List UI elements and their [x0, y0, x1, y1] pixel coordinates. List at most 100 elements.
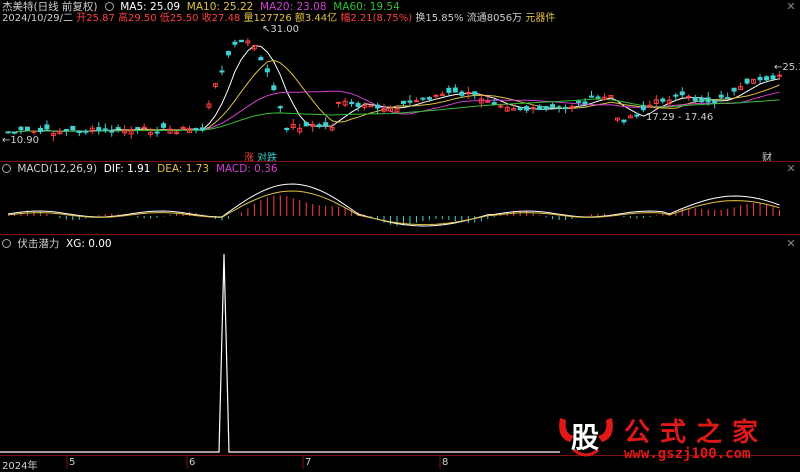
xg-signal-line	[0, 253, 560, 453]
xg-spike	[0, 253, 560, 453]
range-label: 17.29 - 17.46	[646, 112, 714, 123]
candle-body	[70, 125, 76, 131]
candle-body	[154, 131, 160, 134]
candle-body	[459, 91, 465, 96]
candle-body	[731, 87, 737, 92]
candle-body	[757, 77, 763, 81]
indicator-xg: XG: 0.00	[66, 238, 112, 250]
peak-value: 31.00	[270, 24, 300, 35]
candle-body	[413, 100, 419, 103]
candle-body	[582, 101, 588, 105]
axis-month-6: 6	[189, 457, 196, 468]
candle-body	[634, 114, 640, 117]
candle-body	[31, 130, 37, 133]
macd-close-icon[interactable]: ✕	[786, 163, 796, 174]
candle-body	[452, 87, 458, 93]
candle-body	[349, 101, 355, 105]
candle-body	[24, 126, 30, 131]
candle-body	[271, 85, 277, 91]
candle-body	[63, 128, 69, 132]
right-price-value: 25.38	[782, 62, 800, 73]
candle-body	[621, 119, 627, 123]
candle-body	[238, 39, 244, 43]
candle-body	[193, 128, 199, 131]
candle-body	[232, 41, 238, 45]
watermark-logo-char: 股	[571, 421, 600, 454]
candle-body	[161, 123, 167, 128]
candle-body	[725, 97, 731, 100]
candle-body	[76, 130, 82, 134]
axis-month-7: 7	[305, 457, 312, 468]
candle-body	[563, 107, 569, 110]
candle-body	[433, 94, 439, 97]
watermark-site-url: www.gszj100.com	[624, 446, 751, 462]
macd-title[interactable]: MACD(12,26,9)	[17, 163, 97, 175]
candle-body	[109, 130, 115, 133]
candle-body	[368, 105, 374, 108]
candle-body	[336, 101, 342, 104]
indicator-settings-circle-icon[interactable]	[2, 238, 11, 248]
axis-month-5: 5	[69, 457, 76, 468]
candle-body	[375, 104, 381, 109]
candle-body	[115, 127, 121, 130]
macd-lines	[7, 183, 780, 227]
candle-body	[640, 105, 646, 111]
macd-header: MACD(12,26,9) DIF: 1.91 DEA: 1.73 MACD: …	[2, 163, 278, 175]
candle-body	[543, 106, 549, 110]
time-axis-ticks	[66, 456, 441, 469]
candle-body	[400, 100, 406, 104]
candle-body	[537, 105, 543, 111]
candle-body	[200, 127, 205, 131]
candle-body	[323, 122, 329, 126]
candle-body	[18, 126, 24, 130]
panel-divider-main-macd[interactable]	[0, 161, 800, 162]
candle-body	[355, 102, 361, 107]
peak-price-label: ↖31.00	[262, 24, 299, 35]
indicator-close-icon[interactable]: ✕	[786, 238, 796, 249]
candle-body	[777, 74, 783, 77]
candle-body	[595, 96, 601, 99]
candle-body	[699, 97, 705, 103]
candle-body	[426, 97, 432, 100]
candle-body	[102, 128, 108, 131]
candle-body	[5, 131, 11, 134]
axis-year-label: 2024年	[2, 461, 38, 472]
candle-body	[589, 95, 594, 98]
candle-body	[284, 127, 290, 130]
candle-body	[485, 100, 491, 103]
macd-dea: DEA: 1.73	[157, 163, 210, 175]
candle-body	[258, 57, 264, 61]
candle-body	[407, 100, 413, 103]
dea-line	[7, 190, 780, 226]
candle-body	[770, 75, 776, 80]
candle-body	[135, 127, 141, 130]
low-value: 10.90	[10, 135, 40, 146]
candle-body	[556, 106, 562, 109]
candle-body	[679, 91, 685, 96]
candle-body	[44, 124, 50, 130]
candle-body	[277, 106, 283, 109]
candle-body	[550, 104, 556, 109]
watermark-site-cn: 公式之家	[624, 418, 769, 448]
candle-body	[420, 97, 426, 100]
candle-body	[316, 124, 322, 128]
candle-body	[491, 102, 497, 105]
macd-histogram	[13, 195, 781, 226]
candle-body	[11, 131, 17, 134]
candle-body	[692, 97, 698, 102]
low-price-label: ←10.90	[2, 135, 39, 146]
candle-body	[264, 68, 270, 73]
candle-body	[660, 98, 666, 102]
panel-divider-macd-indicator[interactable]	[0, 234, 800, 235]
candle-body	[219, 70, 225, 73]
axis-month-8: 8	[442, 457, 449, 468]
candle-body	[37, 127, 43, 133]
macd-settings-circle-icon[interactable]	[2, 163, 11, 173]
candle-body	[705, 97, 711, 103]
indicator-title[interactable]: 伏击潜力	[17, 238, 59, 250]
candle-body	[686, 95, 692, 98]
right-price-label: ←25.38	[774, 62, 800, 73]
candle-body	[141, 126, 147, 129]
watermark: 股 公式之家 www.gszj100.com	[554, 408, 794, 466]
candle-body	[673, 94, 679, 97]
